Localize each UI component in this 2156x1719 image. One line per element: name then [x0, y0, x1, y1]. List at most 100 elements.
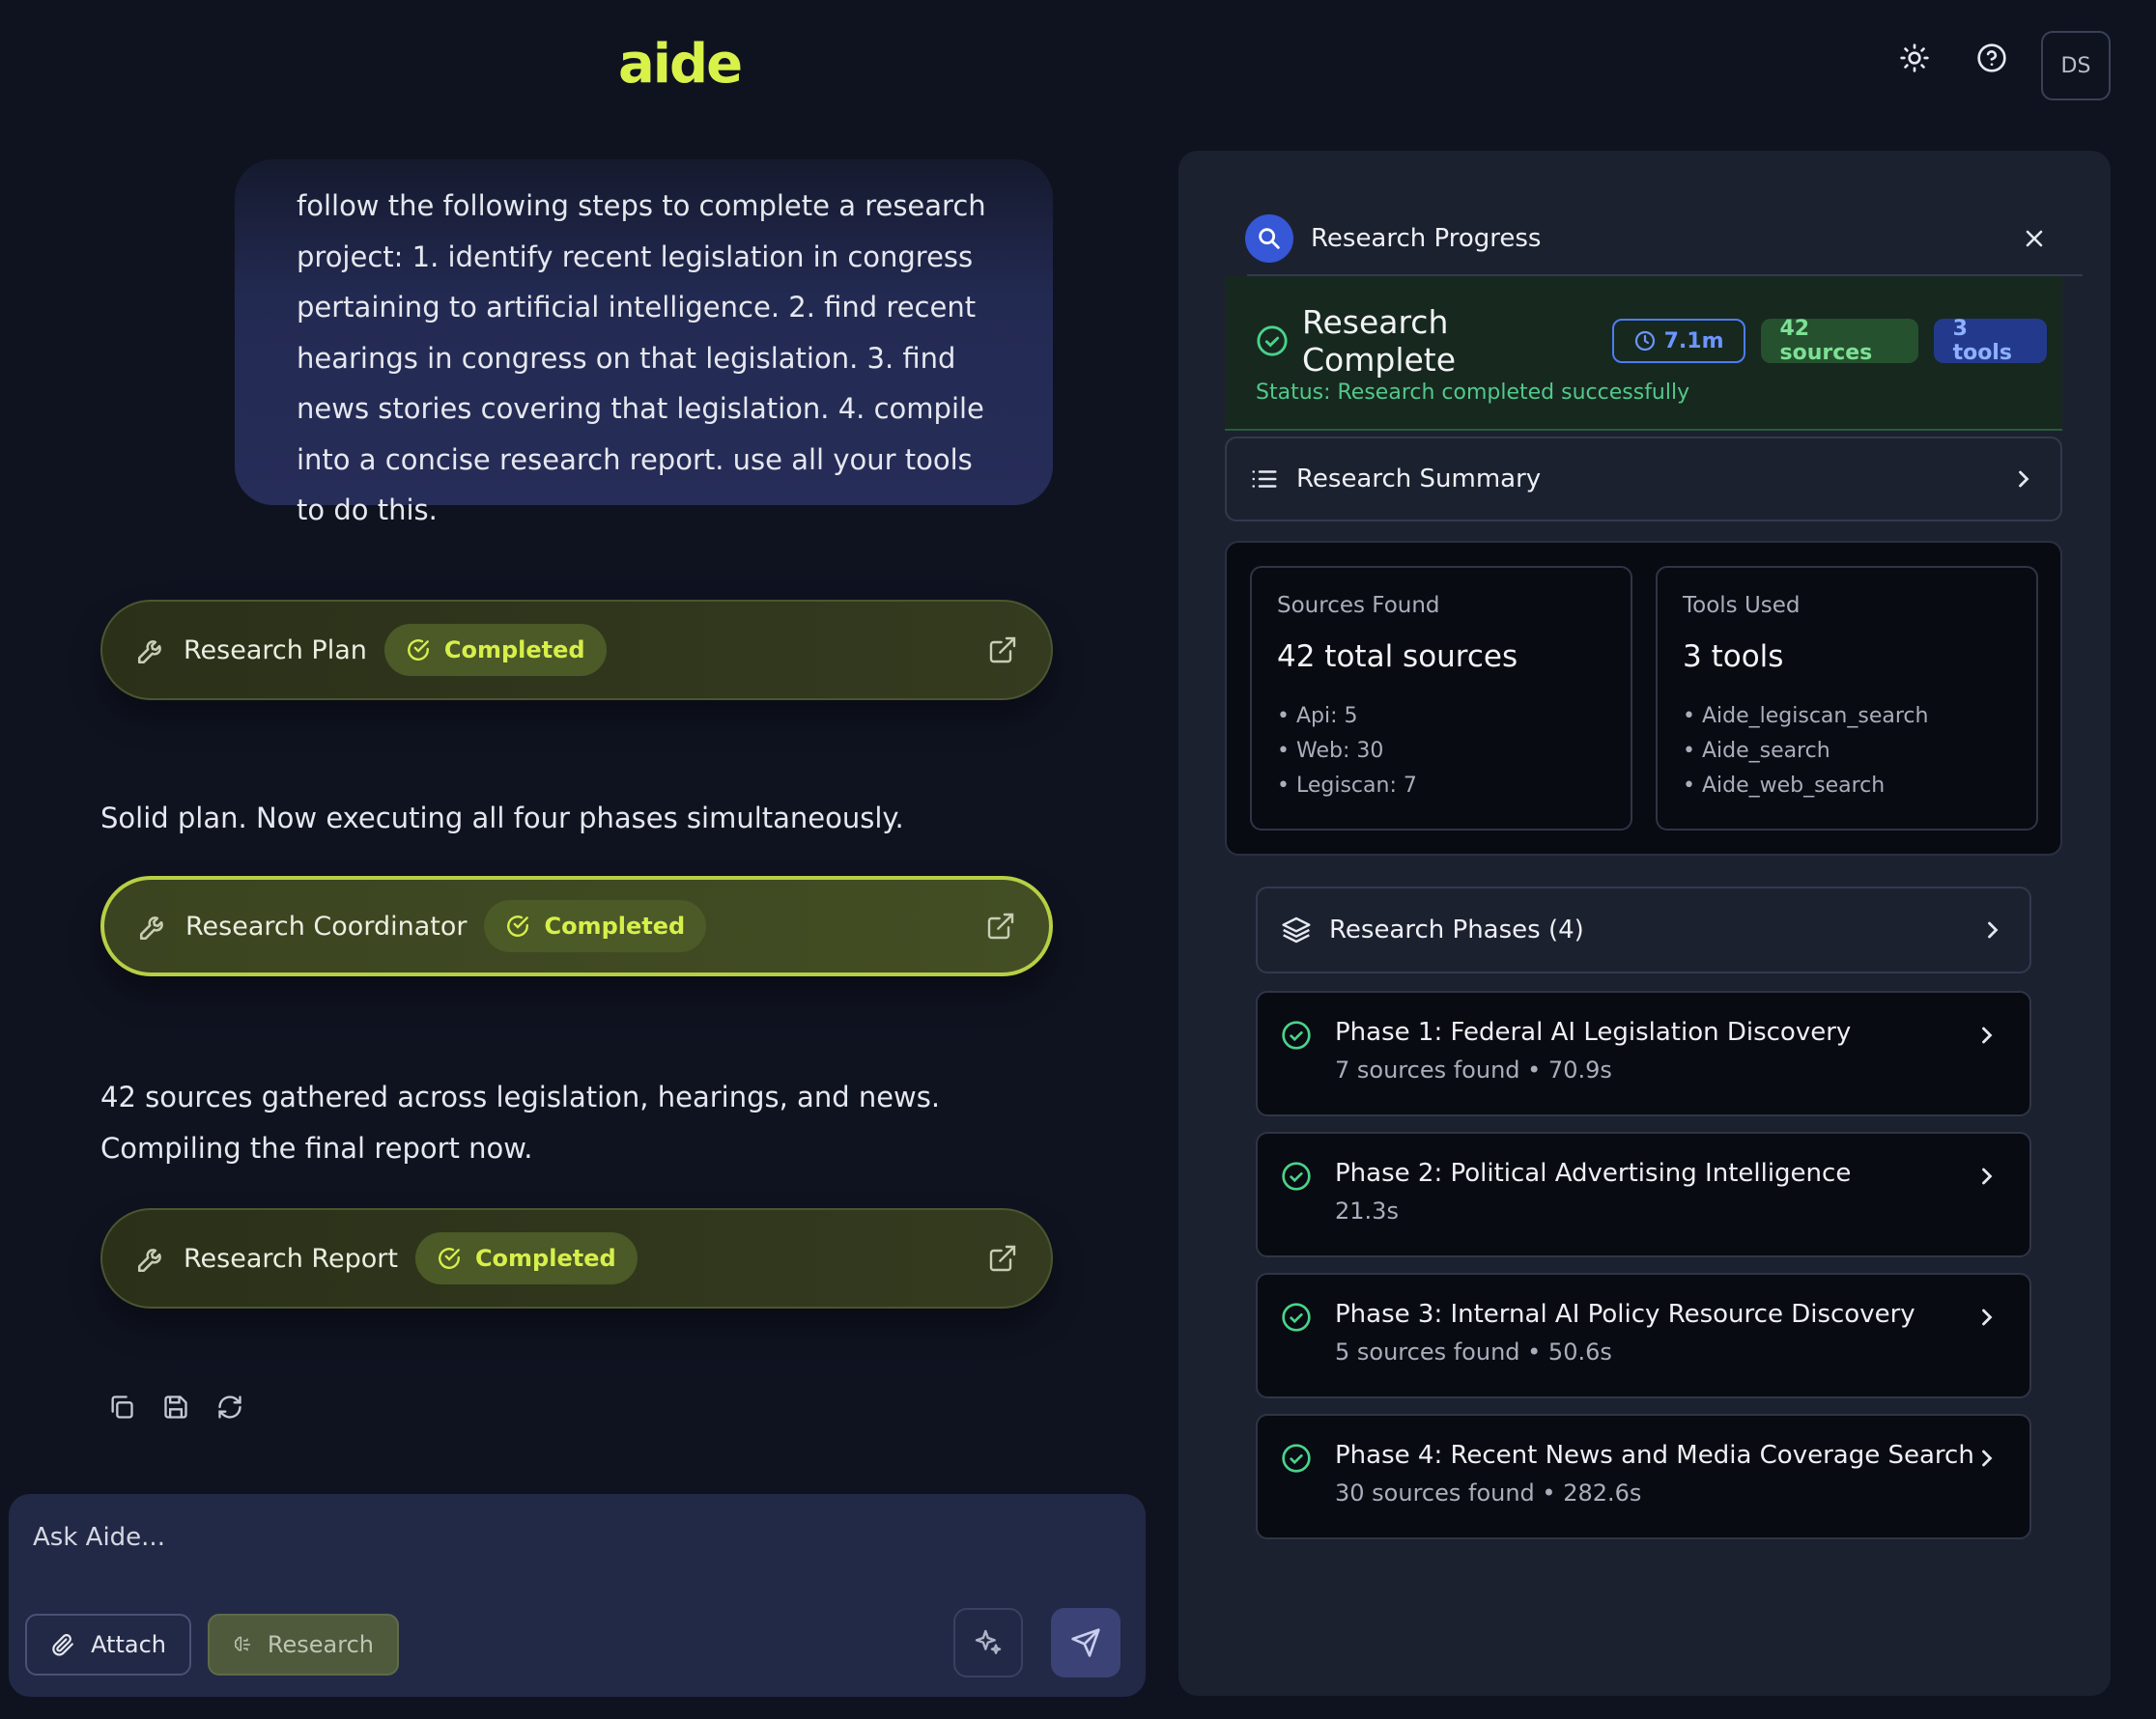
status-badge: Completed	[383, 624, 607, 676]
tool-research-report[interactable]: Research Report Completed	[100, 1208, 1053, 1309]
summary-title: Research Summary	[1296, 465, 1542, 493]
paperclip-icon	[52, 1634, 73, 1656]
list-item: Aide_legiscan_search	[1683, 699, 2011, 734]
check-circle-icon	[507, 916, 529, 937]
sun-icon	[1899, 42, 1930, 73]
send-button[interactable]	[1051, 1608, 1121, 1677]
phase-item-4[interactable]: Phase 4: Recent News and Media Coverage …	[1256, 1414, 2031, 1539]
tool-name: Research Plan	[184, 634, 367, 665]
phase-title: Phase 4: Recent News and Media Coverage …	[1335, 1441, 1974, 1470]
status-text: Status: Research completed successfully	[1256, 380, 1690, 405]
card-total: 3 tools	[1683, 639, 1784, 674]
research-toggle-button[interactable]: Research	[208, 1614, 399, 1676]
complete-title: Research Complete	[1302, 303, 1457, 379]
app-logo: aide	[618, 33, 743, 96]
send-icon	[1071, 1628, 1100, 1657]
duration-label: 7.1m	[1663, 328, 1724, 353]
attach-label: Attach	[91, 1631, 166, 1658]
card-label: Sources Found	[1277, 593, 1440, 618]
composer: Ask Aide... Attach Research	[9, 1494, 1146, 1697]
phase-title: Phase 2: Political Advertising Intellige…	[1335, 1159, 1852, 1188]
sparkle-icon	[975, 1629, 1002, 1654]
check-circle-icon	[439, 1248, 460, 1269]
theme-toggle-button[interactable]	[1889, 33, 1940, 83]
phase-detail: 7 sources found • 70.9s	[1335, 1057, 1612, 1084]
phase-item-1[interactable]: Phase 1: Federal AI Legislation Discover…	[1256, 991, 2031, 1116]
sources-badge: 42 sources	[1760, 317, 1918, 365]
tool-name: Research Report	[184, 1243, 398, 1274]
chat-input[interactable]: Ask Aide...	[33, 1523, 165, 1552]
copy-icon[interactable]	[108, 1394, 135, 1421]
research-complete-banner: Research Complete 7.1m 42 sources 3 tool…	[1225, 276, 2062, 431]
status-badge: Completed	[484, 900, 707, 952]
assistant-message: 42 sources gathered across legislation, …	[100, 1081, 941, 1165]
card-total: 42 total sources	[1277, 639, 1518, 674]
chevron-right-icon	[2010, 465, 2037, 493]
check-circle-icon	[407, 639, 429, 661]
chevron-right-icon	[1973, 1022, 2000, 1049]
help-icon	[1976, 42, 2007, 73]
research-phases-toggle[interactable]: Research Phases (4)	[1256, 887, 2031, 973]
list-item: Legiscan: 7	[1277, 769, 1605, 803]
research-progress-panel: Research Progress Research Complete 7.1m…	[1178, 151, 2111, 1696]
research-summary-toggle[interactable]: Research Summary	[1225, 437, 2062, 521]
refresh-icon[interactable]	[216, 1394, 243, 1421]
phases-title: Research Phases (4)	[1329, 916, 1584, 944]
external-link-icon[interactable]	[987, 634, 1018, 665]
list-item: Api: 5	[1277, 699, 1605, 734]
wrench-icon	[137, 910, 170, 943]
wrench-icon	[135, 634, 168, 666]
chevron-right-icon	[1973, 1445, 2000, 1472]
close-icon[interactable]	[2021, 225, 2048, 252]
sources-found-card: Sources Found 42 total sources Api: 5 We…	[1250, 566, 1632, 831]
phase-detail: 21.3s	[1335, 1198, 1399, 1225]
check-circle-icon	[1281, 1443, 1312, 1474]
phase-detail: 30 sources found • 282.6s	[1335, 1479, 1642, 1507]
list-item: Web: 30	[1277, 734, 1605, 769]
chevron-right-icon	[1973, 1163, 2000, 1190]
check-circle-icon	[1281, 1161, 1312, 1192]
check-circle-icon	[1281, 1302, 1312, 1333]
status-label: Completed	[443, 636, 585, 663]
user-message-text: follow the following steps to complete a…	[297, 189, 986, 526]
enhance-prompt-button[interactable]	[953, 1608, 1023, 1677]
status-label: Completed	[544, 913, 686, 940]
chevron-right-icon	[1979, 916, 2006, 944]
layers-icon	[1281, 915, 1312, 945]
message-actions	[108, 1394, 243, 1421]
user-avatar[interactable]: DS	[2041, 31, 2111, 100]
panel-header: Research Progress	[1245, 203, 2083, 276]
research-label: Research	[267, 1631, 374, 1658]
check-circle-icon	[1281, 1020, 1312, 1051]
status-badge: Completed	[414, 1232, 638, 1284]
card-label: Tools Used	[1683, 593, 1801, 618]
stats-container: Sources Found 42 total sources Api: 5 We…	[1225, 541, 2062, 856]
list-icon	[1250, 465, 1279, 493]
phase-title: Phase 3: Internal AI Policy Resource Dis…	[1335, 1300, 1915, 1329]
phase-item-3[interactable]: Phase 3: Internal AI Policy Resource Dis…	[1256, 1273, 2031, 1398]
tool-name: Research Coordinator	[185, 911, 468, 942]
save-icon[interactable]	[162, 1394, 189, 1421]
phase-title: Phase 1: Federal AI Legislation Discover…	[1335, 1018, 1852, 1047]
tool-research-plan[interactable]: Research Plan Completed	[100, 600, 1053, 700]
magnifier-icon	[1245, 214, 1293, 263]
tool-research-coordinator[interactable]: Research Coordinator Completed	[100, 876, 1053, 976]
assistant-message: Solid plan. Now executing all four phase…	[100, 802, 904, 834]
clock-icon	[1634, 330, 1655, 352]
wrench-icon	[135, 1242, 168, 1275]
phase-detail: 5 sources found • 50.6s	[1335, 1339, 1612, 1366]
status-label: Completed	[474, 1245, 616, 1272]
brain-icon	[234, 1636, 251, 1651]
list-item: Aide_search	[1683, 734, 2011, 769]
tools-used-card: Tools Used 3 tools Aide_legiscan_search …	[1656, 566, 2038, 831]
duration-badge: 7.1m	[1611, 319, 1745, 363]
external-link-icon[interactable]	[985, 911, 1016, 942]
attach-button[interactable]: Attach	[25, 1614, 191, 1676]
panel-title: Research Progress	[1311, 224, 1542, 253]
phase-item-2[interactable]: Phase 2: Political Advertising Intellige…	[1256, 1132, 2031, 1257]
help-button[interactable]	[1967, 33, 2017, 83]
external-link-icon[interactable]	[987, 1243, 1018, 1274]
check-circle-icon	[1256, 324, 1289, 357]
user-message-bubble: follow the following steps to complete a…	[235, 159, 1053, 526]
list-item: Aide_web_search	[1683, 769, 2011, 803]
